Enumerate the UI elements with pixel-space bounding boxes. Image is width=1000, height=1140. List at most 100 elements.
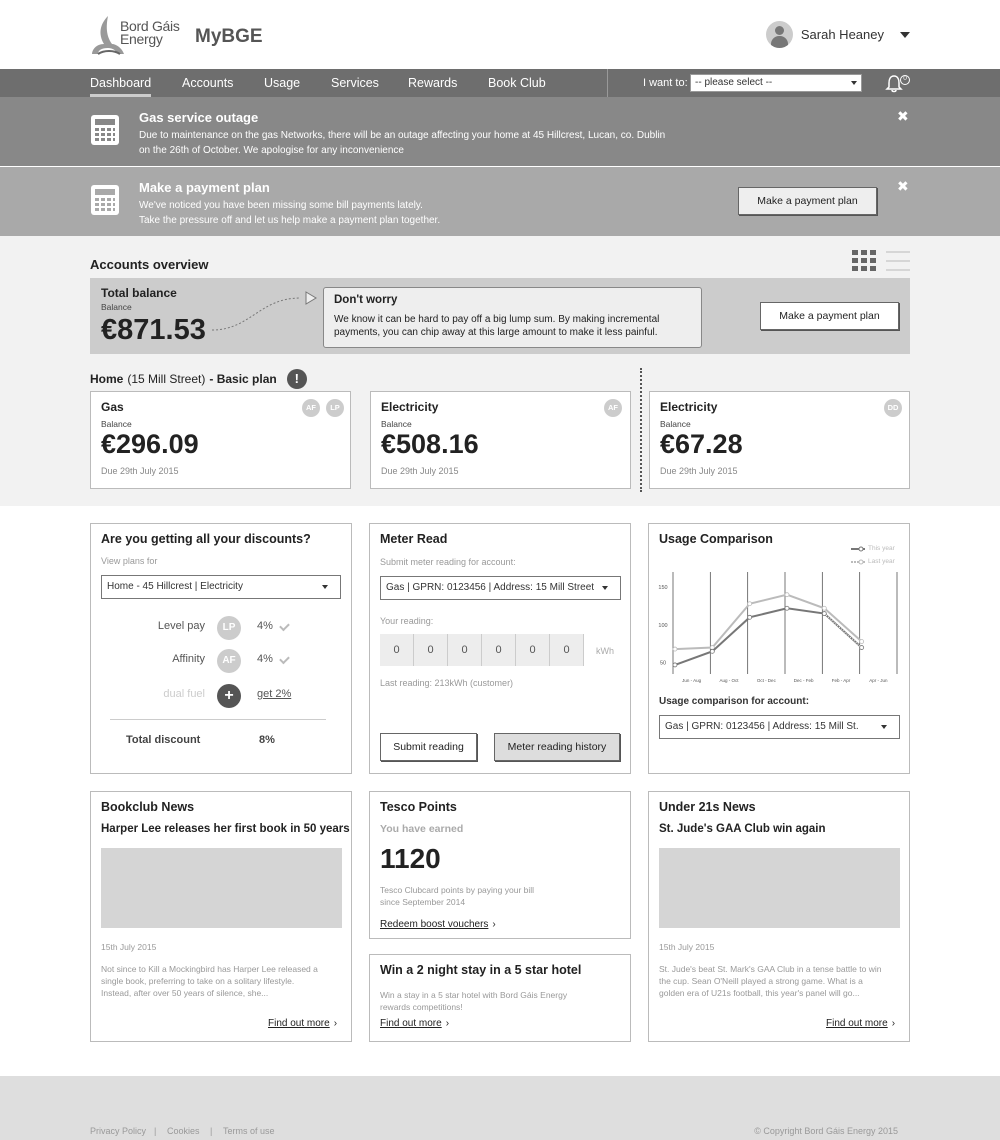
discount-pct: 4%: [257, 620, 273, 632]
close-icon[interactable]: ✖: [897, 108, 909, 125]
user-name[interactable]: Sarah Heaney: [801, 27, 884, 42]
alert-gas-outage: Gas service outage Due to maintenance on…: [0, 97, 1000, 166]
discount-label: Level pay: [157, 620, 205, 632]
close-icon[interactable]: ✖: [897, 178, 909, 195]
reading-digit[interactable]: 0: [380, 634, 414, 666]
y-tick-label: 150: [658, 585, 667, 591]
make-payment-plan-button[interactable]: Make a payment plan: [738, 187, 877, 215]
points-value: 1120: [380, 843, 441, 874]
discount-pct: 4%: [257, 653, 273, 665]
i-want-select-value: -- please select --: [695, 77, 773, 88]
redeem-vouchers-link[interactable]: Redeem boost vouchers ›: [380, 919, 496, 930]
meter-history-button[interactable]: Meter reading history: [494, 733, 620, 761]
find-out-more-link[interactable]: Find out more ›: [268, 1018, 337, 1029]
bord-gais-logo[interactable]: Bord Gáis Energy: [90, 14, 182, 56]
description-line: rewards competitions!: [380, 1002, 463, 1012]
copyright: © Copyright Bord Gáis Energy 2015: [754, 1126, 898, 1136]
total-balance-panel: Total balance Balance €871.53 Don't worr…: [90, 278, 910, 354]
list-view-icon[interactable]: [886, 250, 910, 272]
find-out-more-link[interactable]: Find out more ›: [380, 1018, 449, 1029]
account-amount: €296.09: [101, 429, 199, 459]
reading-digit[interactable]: 0: [550, 634, 584, 666]
avatar[interactable]: [765, 21, 793, 48]
nav-usage[interactable]: Usage: [264, 76, 300, 90]
data-point: [784, 592, 790, 598]
nav-services[interactable]: Services: [331, 76, 379, 90]
balance-sublabel: Balance: [101, 419, 132, 429]
reading-label: Your reading:: [380, 616, 434, 626]
nav-dashboard[interactable]: Dashboard: [90, 76, 152, 97]
get-discount-link[interactable]: get 2%: [257, 688, 291, 700]
terms-of-use-link[interactable]: Terms of use: [223, 1126, 275, 1136]
x-tick-label: Oct - Dec: [757, 678, 777, 683]
add-icon[interactable]: +: [217, 684, 241, 708]
callout-line: payments, you can chip away at this larg…: [334, 327, 658, 338]
description-line: since September 2014: [380, 897, 466, 907]
make-payment-plan-button[interactable]: Make a payment plan: [760, 302, 899, 330]
account-card-electricity-2[interactable]: Electricity Balance €67.28 Due 29th July…: [649, 391, 910, 489]
description-line: Tesco Clubcard points by paying your bil…: [380, 885, 535, 895]
accounts-overview: Accounts overview Total balance Balance …: [0, 236, 1000, 506]
news-image: [101, 848, 342, 928]
nav-divider: [607, 69, 608, 97]
legend-label: This year: [868, 545, 895, 552]
alert-text-line: We've noticed you have been missing some…: [139, 200, 423, 211]
chevron-down-icon[interactable]: [900, 31, 910, 38]
data-point: [672, 662, 678, 668]
earned-label: You have earned: [380, 823, 464, 835]
discount-row-level-pay: Level pay LP 4%: [91, 616, 353, 640]
widget-title: Win a 2 night stay in a 5 star hotel: [380, 963, 582, 977]
nav-book-club[interactable]: Book Club: [488, 76, 546, 90]
reading-unit: kWh: [596, 646, 614, 656]
account-card-gas[interactable]: Gas Balance €296.09 Due 29th July 2015 A…: [90, 391, 351, 489]
alert-text: We've noticed you have been missing some…: [139, 198, 699, 228]
check-icon: [279, 653, 290, 665]
data-point: [784, 605, 790, 611]
nav-rewards[interactable]: Rewards: [408, 76, 457, 90]
due-date: Due 29th July 2015: [660, 466, 738, 476]
notification-count: 0: [903, 75, 907, 82]
legend-this-year: This year: [851, 545, 895, 552]
excerpt-line: the cup. Sean O'Neill played a strong ga…: [659, 976, 863, 986]
alert-icon[interactable]: !: [286, 369, 307, 389]
excerpt-line: single book, preferring to take on a sol…: [101, 976, 295, 986]
news-headline[interactable]: St. Jude's GAA Club win again: [659, 823, 826, 835]
reading-digit[interactable]: 0: [516, 634, 550, 666]
reading-digit[interactable]: 0: [482, 634, 516, 666]
news-headline[interactable]: Harper Lee releases her first book in 50…: [101, 823, 350, 835]
user-menu[interactable]: Sarah Heaney: [765, 21, 910, 48]
privacy-policy-link[interactable]: Privacy Policy: [90, 1126, 146, 1136]
account-title: Gas: [101, 400, 124, 414]
cookies-link[interactable]: Cookies: [167, 1126, 200, 1136]
badge-dd: DD: [884, 399, 902, 417]
meter-account-select[interactable]: Gas | GPRN: 0123456 | Address: 15 Mill S…: [380, 576, 621, 600]
grid-view-icon[interactable]: [852, 250, 876, 272]
section-title: Accounts overview: [90, 257, 209, 272]
usage-account-select[interactable]: Gas | GPRN: 0123456 | Address: 15 Mill S…: [659, 715, 900, 739]
account-amount: €67.28: [660, 429, 743, 459]
nav-accounts[interactable]: Accounts: [182, 76, 233, 90]
logo-line2: Energy: [120, 31, 163, 47]
link-label: Find out more: [380, 1018, 442, 1029]
plan-select[interactable]: Home - 45 Hillcrest | Electricity: [101, 575, 341, 599]
points-description: Tesco Clubcard points by paying your bil…: [380, 884, 620, 908]
i-want-select[interactable]: -- please select --: [690, 74, 862, 92]
home-account-header: Home (15 Mill Street) - Basic plan !: [90, 369, 307, 389]
reading-digit[interactable]: 0: [448, 634, 482, 666]
balance-sublabel: Balance: [101, 302, 132, 312]
plan-select-value: Home - 45 Hillcrest | Electricity: [107, 581, 243, 592]
calculator-icon: [91, 185, 119, 215]
notifications-button[interactable]: 0: [885, 74, 911, 94]
news-date: 15th July 2015: [101, 942, 157, 952]
balance-sublabel: Balance: [381, 419, 412, 429]
account-card-electricity-1[interactable]: Electricity Balance €508.16 Due 29th Jul…: [370, 391, 631, 489]
find-out-more-link[interactable]: Find out more ›: [826, 1018, 895, 1029]
data-point: [821, 611, 827, 616]
widget-sub: View plans for: [101, 556, 158, 566]
discount-label: Affinity: [172, 653, 205, 665]
meter-reading-input[interactable]: 0 0 0 0 0 0: [380, 634, 584, 666]
callout-line: We know it can be hard to pay off a big …: [334, 314, 660, 325]
dashed-arrow-icon: [211, 291, 317, 331]
reading-digit[interactable]: 0: [414, 634, 448, 666]
submit-reading-button[interactable]: Submit reading: [380, 733, 477, 761]
